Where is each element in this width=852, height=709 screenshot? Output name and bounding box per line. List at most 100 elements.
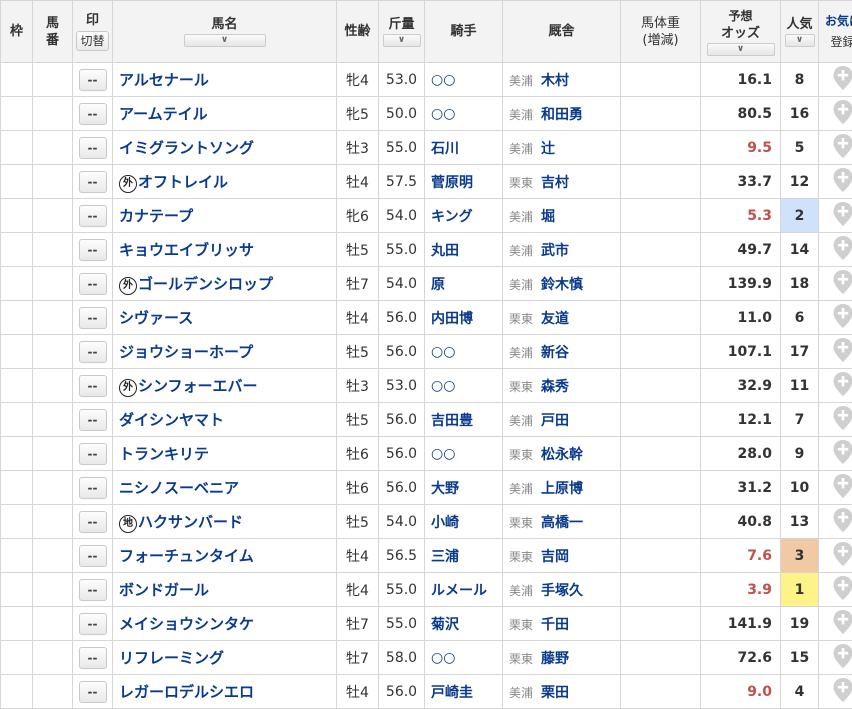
pop-sort-chevron-down-icon[interactable]: ∨ — [784, 34, 815, 47]
jockey-link[interactable]: 内田博 — [431, 311, 473, 327]
jockey-link[interactable]: 戸崎圭 — [431, 685, 473, 701]
mark-button[interactable]: -- — [78, 306, 107, 329]
horse-name-link[interactable]: ジョウショーホープ — [119, 343, 253, 361]
map-pin-plus-icon[interactable] — [832, 643, 852, 673]
map-pin-plus-icon[interactable] — [832, 201, 852, 231]
jockey-link[interactable]: ○○ — [431, 446, 455, 462]
map-pin-plus-icon[interactable] — [832, 99, 852, 129]
jockey-link[interactable]: キング — [431, 209, 473, 225]
jockey-link[interactable]: 三浦 — [431, 549, 459, 565]
horse-name-link[interactable]: アームテイル — [119, 105, 208, 123]
mark-button[interactable]: -- — [78, 102, 107, 125]
mark-button[interactable]: -- — [78, 238, 107, 261]
trainer-link[interactable]: 栗田 — [541, 685, 569, 701]
map-pin-plus-icon[interactable] — [832, 473, 852, 503]
map-pin-plus-icon[interactable] — [832, 65, 852, 95]
mark-button[interactable]: -- — [78, 204, 107, 227]
trainer-link[interactable]: 辻 — [541, 141, 555, 157]
map-pin-plus-icon[interactable] — [832, 405, 852, 435]
trainer-link[interactable]: 松永幹 — [541, 447, 583, 463]
mark-button[interactable]: -- — [78, 646, 107, 669]
mark-button[interactable]: -- — [78, 136, 107, 159]
fav-register-label[interactable]: 登録 — [830, 34, 852, 51]
name-sort-chevron-down-icon[interactable]: ∨ — [183, 34, 266, 47]
trainer-link[interactable]: 藤野 — [541, 651, 569, 667]
jockey-link[interactable]: 石川 — [431, 141, 459, 157]
horse-name-link[interactable]: ボンドガール — [119, 581, 209, 599]
trainer-link[interactable]: 千田 — [541, 617, 569, 633]
jockey-link[interactable]: 大野 — [431, 481, 459, 497]
map-pin-plus-icon[interactable] — [832, 269, 852, 299]
mark-button[interactable]: -- — [78, 170, 107, 193]
mark-button[interactable]: -- — [78, 612, 107, 635]
jockey-link[interactable]: 吉田豊 — [431, 413, 473, 429]
horse-name-link[interactable]: ゴールデンシロップ — [138, 275, 273, 293]
trainer-link[interactable]: 上原博 — [541, 481, 583, 497]
mark-button[interactable]: -- — [78, 374, 107, 397]
mark-switch-button[interactable]: 切替 — [76, 31, 109, 51]
map-pin-plus-icon[interactable] — [832, 439, 852, 469]
jockey-link[interactable]: ルメール — [431, 583, 487, 599]
horse-name-link[interactable]: オフトレイル — [138, 173, 228, 191]
horse-name-link[interactable]: ハクサンバード — [138, 513, 243, 531]
horse-name-link[interactable]: リフレーミング — [119, 649, 224, 667]
header-fav-label[interactable]: お気に入 — [820, 13, 852, 30]
trainer-link[interactable]: 吉岡 — [541, 549, 569, 565]
mark-button[interactable]: -- — [78, 476, 107, 499]
map-pin-plus-icon[interactable] — [832, 371, 852, 401]
horse-name-link[interactable]: イミグラントソング — [119, 139, 254, 157]
jockey-link[interactable]: 菅原明 — [431, 175, 473, 191]
map-pin-plus-icon[interactable] — [832, 337, 852, 367]
jockey-link[interactable]: ○○ — [431, 72, 455, 88]
map-pin-plus-icon[interactable] — [832, 507, 852, 537]
jockey-link[interactable]: 小崎 — [431, 515, 459, 531]
map-pin-plus-icon[interactable] — [832, 167, 852, 197]
trainer-link[interactable]: 高橋一 — [541, 515, 583, 531]
horse-name-link[interactable]: カナテープ — [119, 207, 193, 225]
trainer-link[interactable]: 森秀 — [541, 379, 569, 395]
horse-name-link[interactable]: シンフォーエバー — [138, 377, 258, 395]
map-pin-plus-icon[interactable] — [832, 541, 852, 571]
trainer-link[interactable]: 新谷 — [541, 345, 569, 361]
horse-name-link[interactable]: アルセナール — [119, 71, 209, 89]
mark-button[interactable]: -- — [78, 578, 107, 601]
trainer-link[interactable]: 堀 — [541, 209, 555, 225]
mark-button[interactable]: -- — [78, 544, 107, 567]
jockey-link[interactable]: 菊沢 — [431, 617, 459, 633]
trainer-link[interactable]: 友道 — [541, 311, 569, 327]
trainer-link[interactable]: 和田勇 — [541, 107, 583, 123]
kinryo-sort-chevron-down-icon[interactable]: ∨ — [382, 34, 421, 47]
trainer-link[interactable]: 手塚久 — [541, 583, 583, 599]
header-popularity[interactable]: 人気 ∨ — [780, 0, 819, 63]
mark-button[interactable]: -- — [78, 272, 107, 295]
mark-button[interactable]: -- — [78, 442, 107, 465]
map-pin-plus-icon[interactable] — [832, 575, 852, 605]
map-pin-plus-icon[interactable] — [832, 677, 852, 707]
mark-button[interactable]: -- — [78, 68, 107, 91]
horse-name-link[interactable]: ニシノスーベニア — [119, 479, 239, 497]
trainer-link[interactable]: 鈴木慎 — [541, 277, 583, 293]
horse-name-link[interactable]: メイショウシンタケ — [119, 615, 254, 633]
jockey-link[interactable]: ○○ — [431, 106, 455, 122]
horse-name-link[interactable]: キョウエイブリッサ — [119, 241, 254, 259]
mark-button[interactable]: -- — [78, 408, 107, 431]
jockey-link[interactable]: 丸田 — [431, 243, 459, 259]
header-kinryo[interactable]: 斤量 ∨ — [378, 0, 425, 63]
jockey-link[interactable]: 原 — [431, 277, 445, 293]
horse-name-link[interactable]: ダイシンヤマト — [119, 411, 224, 429]
header-horse-name[interactable]: 馬名 ∨ — [112, 0, 337, 63]
jockey-link[interactable]: ○○ — [431, 344, 455, 360]
horse-name-link[interactable]: レガーロデルシエロ — [119, 683, 254, 701]
header-odds[interactable]: 予想 オッズ ∨ — [700, 0, 781, 63]
map-pin-plus-icon[interactable] — [832, 133, 852, 163]
trainer-link[interactable]: 戸田 — [541, 413, 569, 429]
horse-name-link[interactable]: フォーチュンタイム — [119, 547, 254, 565]
mark-button[interactable]: -- — [78, 340, 107, 363]
trainer-link[interactable]: 吉村 — [541, 175, 569, 191]
horse-name-link[interactable]: シヴァース — [119, 309, 193, 327]
mark-button[interactable]: -- — [78, 680, 107, 703]
jockey-link[interactable]: ○○ — [431, 378, 455, 394]
map-pin-plus-icon[interactable] — [832, 303, 852, 333]
map-pin-plus-icon[interactable] — [832, 235, 852, 265]
trainer-link[interactable]: 木村 — [541, 73, 569, 89]
